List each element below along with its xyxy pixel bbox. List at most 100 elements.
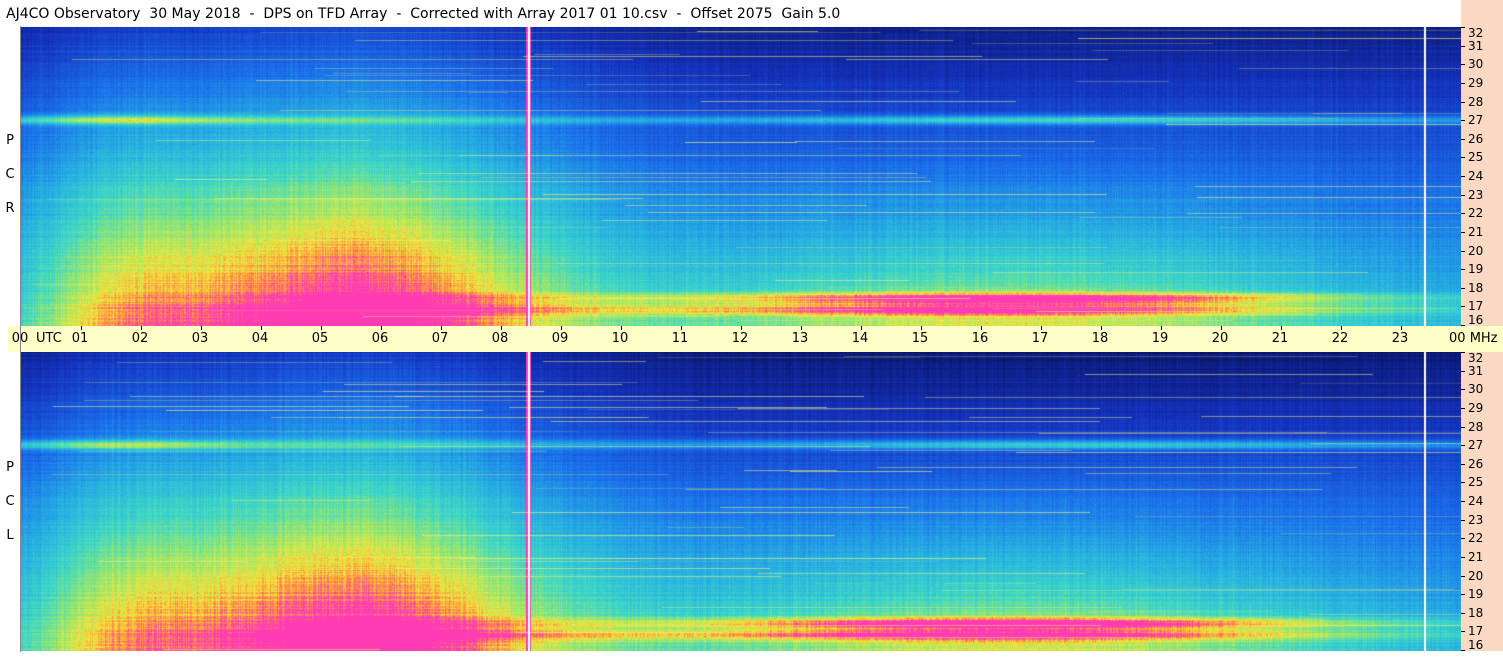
hour-label: 19: [1151, 331, 1169, 346]
freq-tick-label: 21: [1468, 550, 1484, 564]
freq-tick-label: 23: [1468, 513, 1484, 527]
freq-tick-label: 16: [1468, 638, 1484, 652]
hour-tick: [921, 326, 922, 330]
hour-label: 02: [131, 331, 149, 346]
freq-tick-label: 17: [1468, 624, 1484, 638]
hour-tick: [741, 326, 742, 330]
freq-tick: [1461, 27, 1465, 28]
freq-tick-label: 22: [1468, 206, 1484, 220]
hour-tick: [681, 326, 682, 330]
hour-label: 03: [191, 331, 209, 346]
hour-label: 08: [491, 331, 509, 346]
freq-tick: [1461, 288, 1465, 289]
freq-tick: [1461, 538, 1465, 539]
freq-tick-label: 25: [1468, 150, 1484, 164]
freq-tick-label: 24: [1468, 169, 1484, 183]
hour-tick: [1161, 326, 1162, 330]
hour-tick: [1221, 326, 1222, 330]
hour-label: 17: [1031, 331, 1049, 346]
freq-tick: [1461, 213, 1465, 214]
rcp-spectrogram: [21, 27, 1461, 326]
freq-tick-label: 31: [1468, 364, 1484, 378]
freq-tick: [1461, 269, 1465, 270]
freq-tick: [1461, 64, 1465, 65]
hour-label: 15: [911, 331, 929, 346]
freq-tick: [1461, 232, 1465, 233]
lcp-letter-c: C: [5, 494, 15, 509]
freq-tick: [1461, 176, 1465, 177]
hour-label: 04: [251, 331, 269, 346]
hour-label: 06: [371, 331, 389, 346]
freq-tick: [1461, 445, 1465, 446]
hour-tick: [1101, 326, 1102, 330]
freq-tick: [1461, 520, 1465, 521]
freq-tick: [1461, 501, 1465, 502]
hour-tick: [621, 326, 622, 330]
freq-tick-label: 26: [1468, 457, 1484, 471]
time-axis: 00 UTC 01 02 03 04 05 06 07 08 09 10 11 12 13 14 15 16 1…: [8, 326, 1461, 352]
freq-tick: [1461, 594, 1465, 595]
freq-tick-label: 31: [1468, 39, 1484, 53]
chart-title: AJ4CO Observatory 30 May 2018 - DPS on T…: [6, 6, 841, 22]
freq-tick-label: 18: [1468, 606, 1484, 620]
hour-label: 07: [431, 331, 449, 346]
freq-tick-label: 20: [1468, 244, 1484, 258]
freq-tick-label: 20: [1468, 569, 1484, 583]
freq-tick-label: 19: [1468, 587, 1484, 601]
hour-label: 20: [1211, 331, 1229, 346]
freq-tick: [1461, 576, 1465, 577]
lcp-frequency-axis: 32 31 30 29 28 27 26 25 24 23 22 21 20 19 18 17 16: [1461, 352, 1503, 651]
axis-corner: [1461, 0, 1503, 27]
mhz-unit-label: MHz: [1469, 331, 1498, 346]
freq-tick-label: 19: [1468, 262, 1484, 276]
hour-tick: [141, 326, 142, 330]
freq-tick: [1461, 464, 1465, 465]
rcp-letter-r: R: [5, 201, 15, 216]
hour-label: 11: [671, 331, 689, 346]
freq-tick: [1461, 139, 1465, 140]
freq-tick: [1461, 83, 1465, 84]
freq-tick-label: 28: [1468, 95, 1484, 109]
freq-tick: [1461, 482, 1465, 483]
hour-tick: [1281, 326, 1282, 330]
hour-tick: [981, 326, 982, 330]
hour-tick: [201, 326, 202, 330]
freq-tick: [1461, 306, 1465, 307]
hour-tick: [1041, 326, 1042, 330]
hour-label: 13: [791, 331, 809, 346]
hour-tick: [861, 326, 862, 330]
freq-tick: [1461, 352, 1465, 353]
hour-tick: [801, 326, 802, 330]
freq-tick: [1461, 157, 1465, 158]
freq-tick: [1461, 46, 1465, 47]
freq-tick-label: 21: [1468, 225, 1484, 239]
freq-tick: [1461, 427, 1465, 428]
hour-tick: [1401, 326, 1402, 330]
time-axis-end: 00 MHz: [1449, 326, 1503, 352]
hour-tick: [81, 326, 82, 330]
freq-tick-label: 26: [1468, 132, 1484, 146]
freq-tick: [1461, 557, 1465, 558]
freq-tick-label: 32: [1468, 26, 1484, 40]
freq-tick-label: 22: [1468, 531, 1484, 545]
hour-tick: [321, 326, 322, 330]
hour-label: 18: [1091, 331, 1109, 346]
freq-tick: [1461, 120, 1465, 121]
hour-label: 14: [851, 331, 869, 346]
utc-label: UTC: [36, 331, 62, 346]
hour-label: 09: [551, 331, 569, 346]
lcp-letter-p: P: [6, 460, 14, 475]
hour-tick: [501, 326, 502, 330]
time-start-label: 00: [11, 331, 29, 346]
freq-tick: [1461, 631, 1465, 632]
freq-tick-label: 30: [1468, 57, 1484, 71]
hour-label: 10: [611, 331, 629, 346]
hour-label: 05: [311, 331, 329, 346]
freq-tick-label: 27: [1468, 113, 1484, 127]
lcp-spectrogram: [21, 352, 1461, 651]
hour-tick: [381, 326, 382, 330]
freq-tick: [1461, 371, 1465, 372]
rcp-letter-p: P: [6, 133, 14, 148]
freq-tick-label: 29: [1468, 76, 1484, 90]
hour-tick: [561, 326, 562, 330]
